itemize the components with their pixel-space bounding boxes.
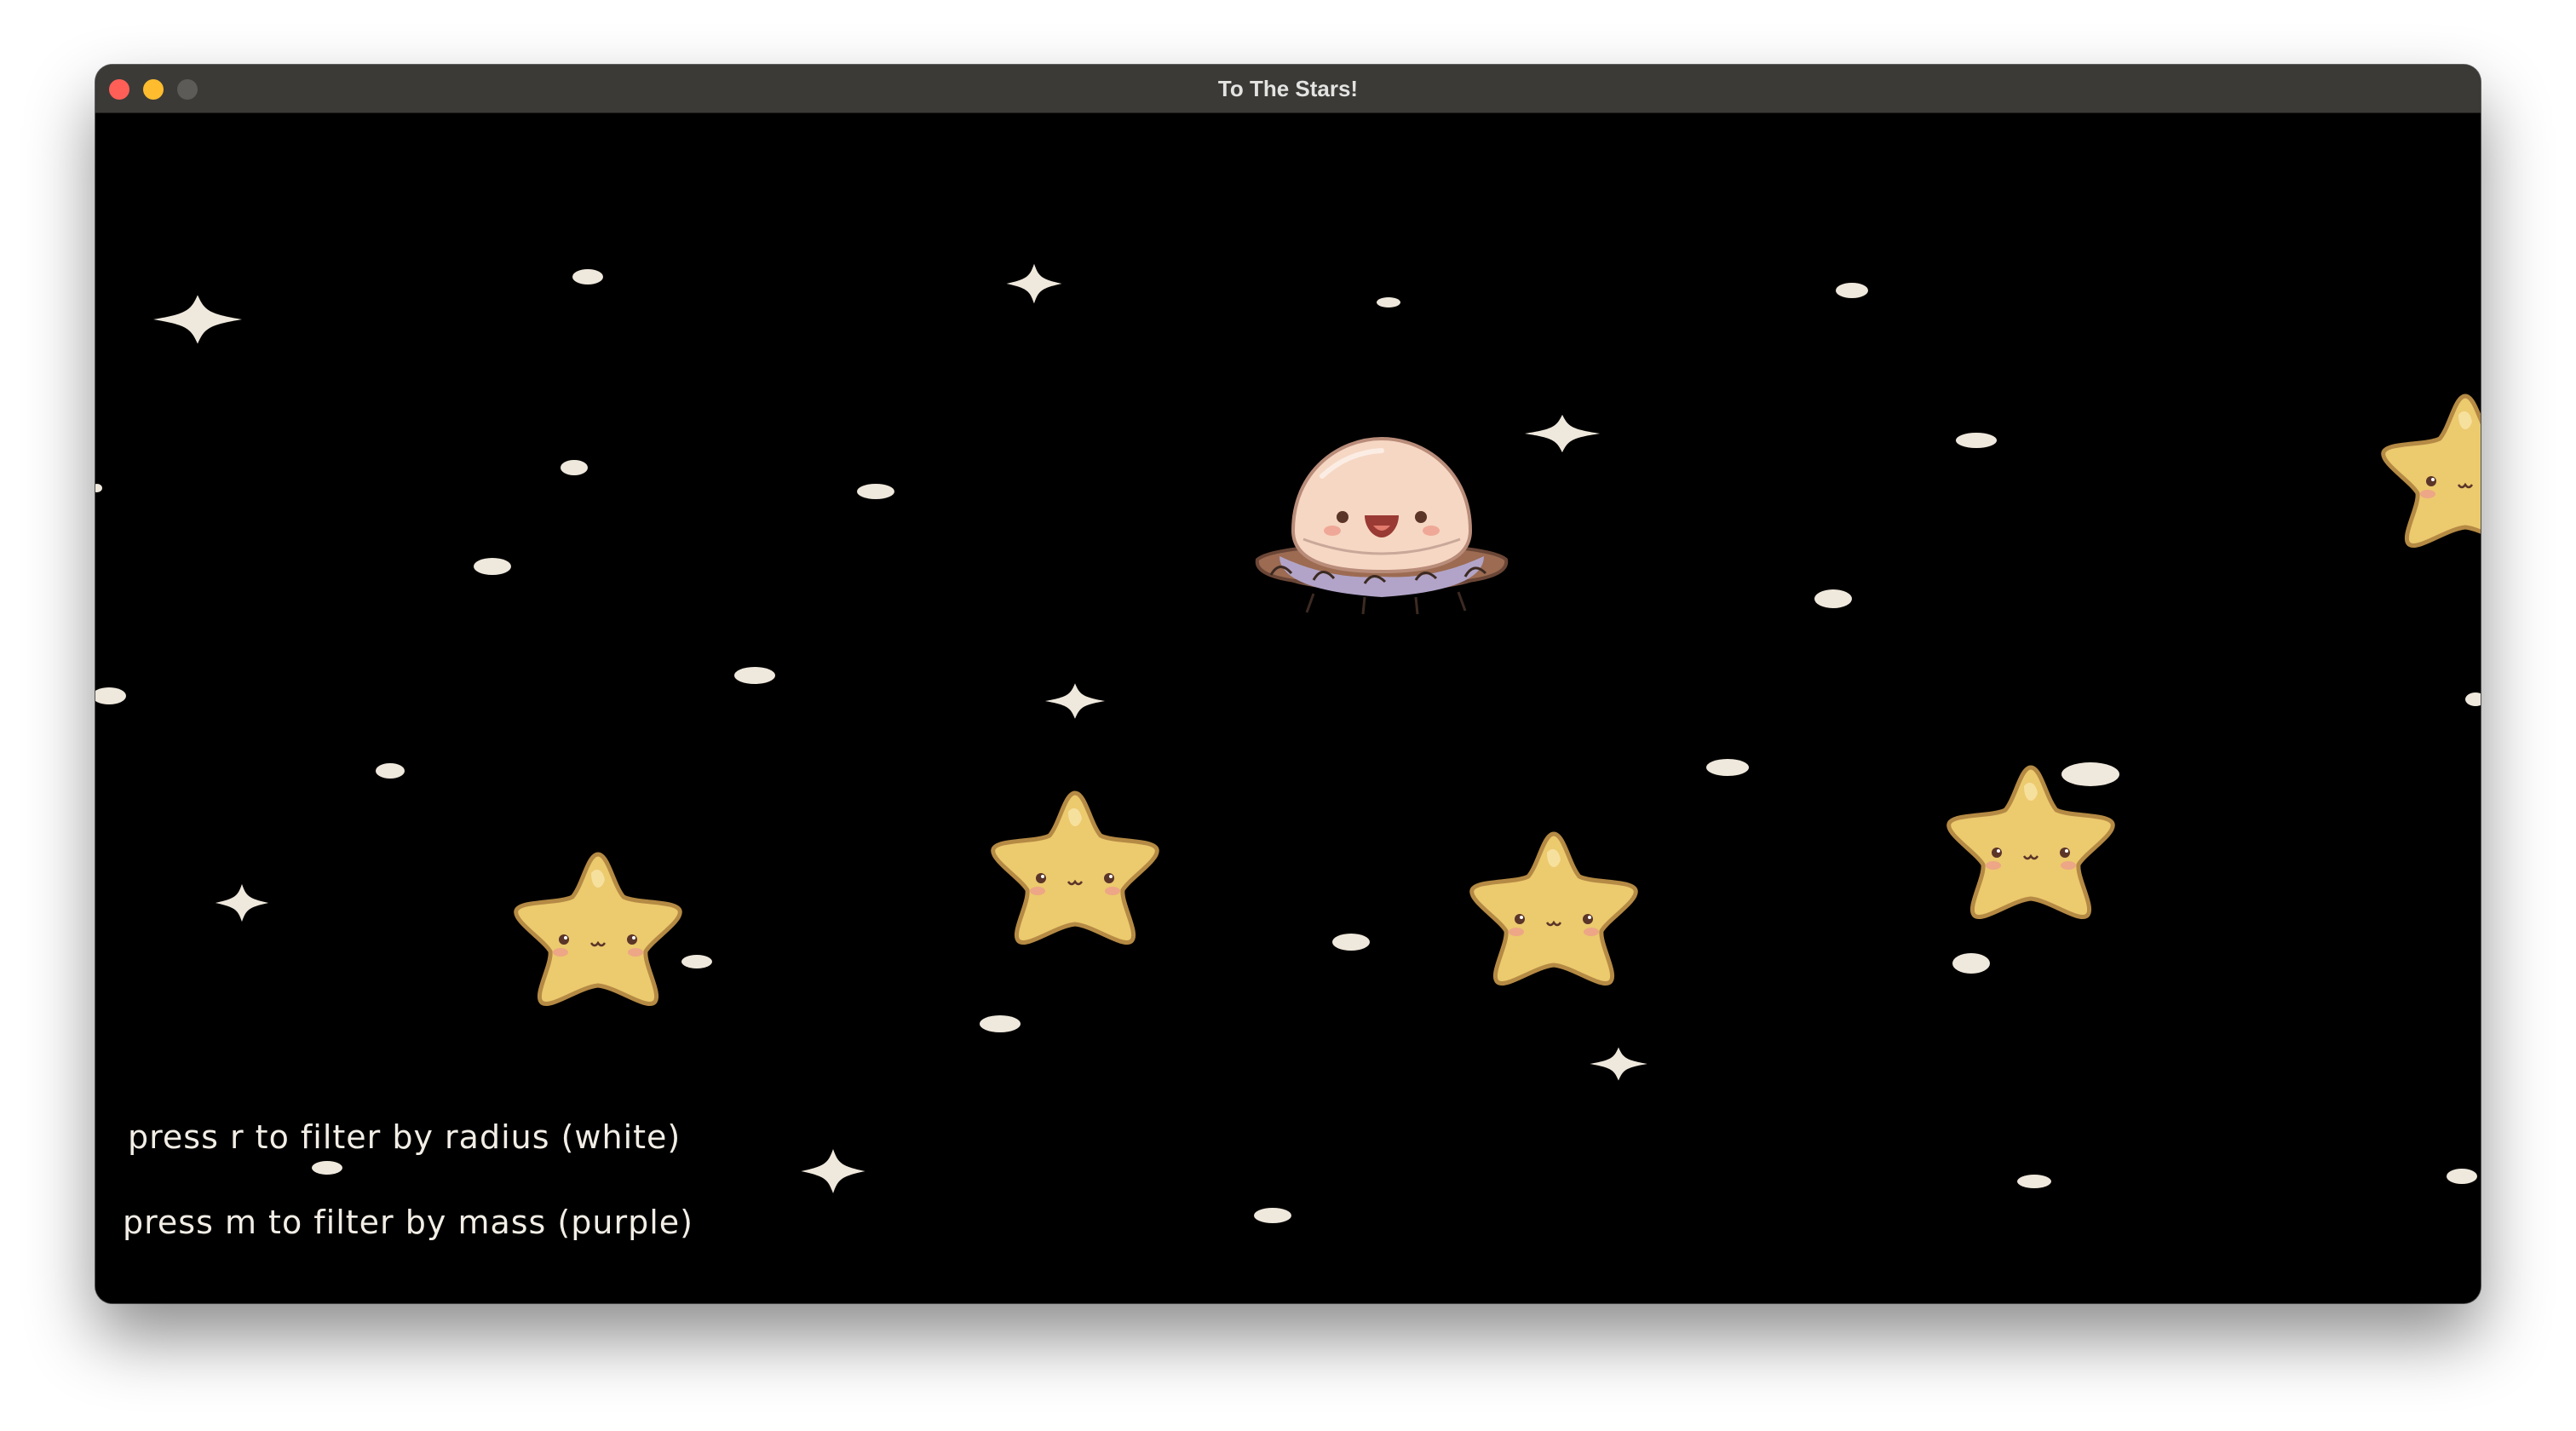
game-viewport[interactable]: press r to filter by radius (white) pres… [95, 113, 2481, 1303]
dust-particle [1254, 1208, 1291, 1223]
sparkle [1590, 1047, 1647, 1081]
smiling-star [1472, 834, 1636, 984]
sparkle [1044, 683, 1106, 719]
sparkle [801, 1149, 865, 1193]
smiling-star [1949, 767, 2113, 917]
dust-particle [572, 269, 603, 284]
dust-particle [312, 1161, 342, 1175]
dust-particle [376, 763, 405, 779]
radius-filter-hint: press r to filter by radius (white) [128, 1118, 681, 1156]
dust-particle [2017, 1175, 2051, 1188]
dust-particle [1377, 297, 1400, 307]
dust-particle [1814, 589, 1852, 608]
dust-particle [474, 558, 511, 575]
dust-particle [734, 667, 775, 684]
dust-particle [1706, 759, 1749, 776]
dust-particle [1836, 283, 1868, 298]
dust-particle [857, 484, 894, 499]
dust-particle [2465, 693, 2481, 706]
dust-particle [1956, 433, 1997, 448]
sparkle [153, 295, 242, 344]
sparkle [1006, 263, 1062, 304]
sparkles [153, 263, 1647, 1193]
dust-particle [95, 687, 126, 704]
dust-particle [2061, 762, 2119, 786]
dust-particle [1952, 953, 1990, 974]
sparkle [215, 883, 269, 922]
star-sprites [516, 396, 2481, 1004]
sparkle [1524, 414, 1601, 453]
smiling-star [516, 854, 681, 1004]
smiling-star [993, 793, 1158, 943]
dust-particle [95, 484, 102, 492]
window-title: To The Stars! [1217, 76, 1359, 101]
game-window: To The Stars! press r to filter by radiu… [95, 65, 2481, 1303]
dust-particle [980, 1015, 1021, 1032]
dust-particle [2447, 1169, 2477, 1184]
dust-particle [681, 955, 712, 968]
dust-particles [95, 269, 2481, 1223]
dust-particle [561, 460, 588, 475]
title-bar[interactable]: To The Stars! [95, 65, 2481, 113]
dust-particle [1332, 934, 1370, 951]
ufo-player [1257, 439, 1507, 614]
mass-filter-hint: press m to filter by mass (purple) [123, 1204, 693, 1241]
smiling-star-partial [2383, 396, 2481, 546]
